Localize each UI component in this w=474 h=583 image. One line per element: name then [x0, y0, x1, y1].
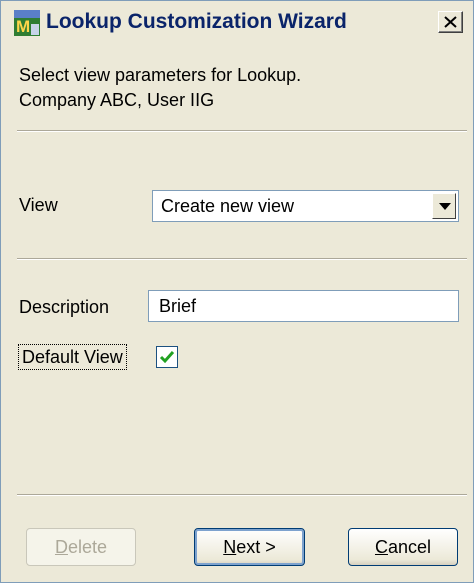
close-icon: [444, 16, 457, 28]
description-input[interactable]: Brief: [148, 290, 459, 322]
checkmark-icon: [159, 351, 175, 364]
cancel-label: ancel: [387, 537, 432, 557]
description-value: Brief: [159, 296, 197, 316]
delete-mnemonic: D: [54, 537, 68, 557]
chevron-down-icon: [439, 203, 451, 210]
next-label: ext >: [236, 537, 276, 557]
instructions-line-2: Company ABC, User IIG: [19, 90, 215, 110]
svg-text:M: M: [16, 17, 30, 36]
mas-lookup-app-icon: M: [14, 10, 40, 36]
view-select-value: Create new view: [161, 196, 295, 216]
view-select[interactable]: Create new view: [152, 190, 459, 222]
instructions-text: Select view parameters for Lookup. Compa…: [19, 63, 301, 113]
delete-button[interactable]: Delete: [26, 528, 136, 566]
separator: [17, 130, 467, 132]
description-label: Description: [19, 297, 110, 317]
next-button[interactable]: Next >: [194, 528, 305, 566]
next-mnemonic: N: [223, 537, 237, 557]
instructions-line-1: Select view parameters for Lookup.: [19, 65, 302, 85]
delete-label: elete: [67, 537, 108, 557]
separator: [17, 258, 467, 260]
view-dropdown-button[interactable]: [432, 193, 456, 219]
default-view-label[interactable]: Default View: [18, 344, 127, 370]
window-title: Lookup Customization Wizard: [46, 10, 347, 33]
cancel-mnemonic: C: [374, 537, 388, 557]
view-label: View: [19, 195, 58, 215]
separator: [17, 494, 467, 496]
close-button[interactable]: [438, 11, 463, 33]
default-view-checkbox[interactable]: [156, 346, 178, 368]
title-bar[interactable]: M Lookup Customization Wizard: [2, 2, 472, 44]
cancel-button[interactable]: Cancel: [348, 528, 458, 566]
wizard-dialog: M Lookup Customization Wizard Select vie…: [0, 0, 474, 583]
